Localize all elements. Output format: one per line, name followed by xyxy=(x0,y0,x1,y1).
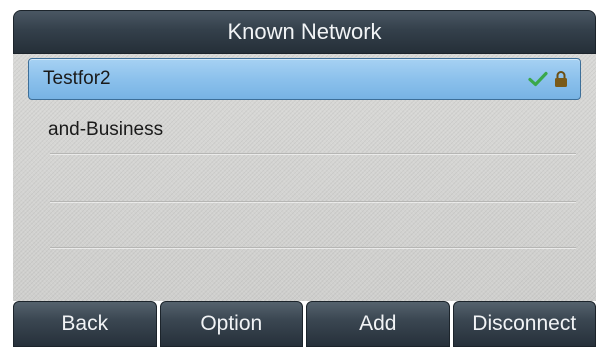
lock-icon xyxy=(554,70,568,88)
network-name: Testfor2 xyxy=(43,68,111,89)
phone-screen: Known Network Testfor2 and-Business Back… xyxy=(0,0,608,347)
list-item-empty xyxy=(13,154,596,202)
list-item-network-selected[interactable]: Testfor2 xyxy=(28,58,581,100)
option-button[interactable]: Option xyxy=(159,301,303,347)
row-divider xyxy=(50,247,576,248)
softkey-bar: Back Option Add Disconnect xyxy=(13,301,596,347)
back-button[interactable]: Back xyxy=(13,301,157,347)
add-button[interactable]: Add xyxy=(306,301,450,347)
page-title: Known Network xyxy=(13,10,596,54)
checkmark-icon xyxy=(528,71,548,87)
disconnect-button[interactable]: Disconnect xyxy=(452,301,596,347)
network-name: and-Business xyxy=(48,119,164,140)
list-item-empty xyxy=(13,200,596,248)
network-list: Testfor2 and-Business xyxy=(13,54,596,301)
network-status xyxy=(528,70,568,88)
list-item-network[interactable]: and-Business xyxy=(13,106,596,154)
